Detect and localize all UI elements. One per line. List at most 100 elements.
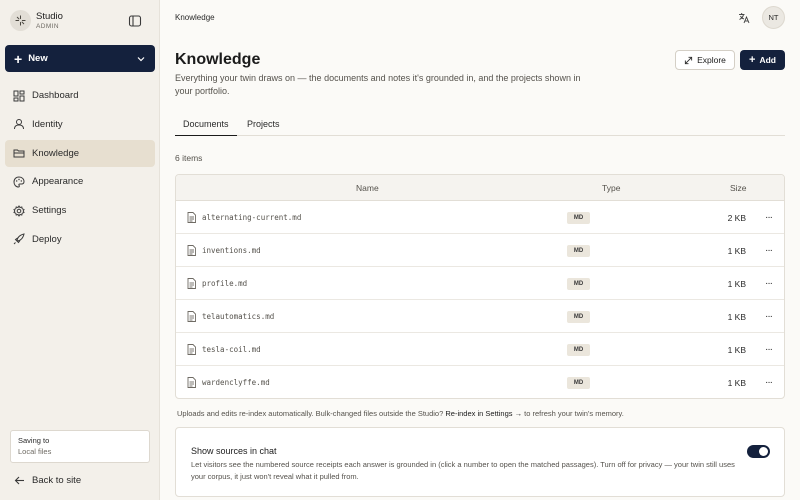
file-type-badge: MD [567, 278, 590, 290]
brand-logo-icon [10, 10, 31, 31]
file-type-badge: MD [567, 245, 590, 257]
file-icon [187, 344, 196, 355]
tab-bar: Documents Projects [175, 116, 785, 136]
file-size: 1 KB [727, 345, 746, 355]
row-actions-button[interactable]: ··· [765, 245, 773, 256]
folder-icon [13, 149, 25, 158]
saving-title: Saving to [18, 436, 50, 445]
expand-icon [684, 56, 693, 64]
page-title: Knowledge [175, 51, 261, 68]
page-subtitle: Everything your twin draws on — the docu… [175, 73, 581, 96]
brand-name: Studio [36, 10, 63, 22]
table-row[interactable]: wardenclyffe.md MD 1 KB ··· [176, 366, 784, 398]
file-type-badge: MD [567, 344, 590, 356]
palette-icon [13, 176, 25, 188]
reindex-note: Uploads and edits re-index automatically… [177, 409, 624, 418]
file-name[interactable]: profile.md [202, 279, 247, 288]
column-header-name[interactable]: Name [356, 183, 379, 193]
file-type-badge: MD [567, 311, 590, 323]
row-actions-button[interactable]: ··· [765, 344, 773, 355]
gear-icon [13, 204, 25, 217]
saving-target: Local files [18, 447, 52, 456]
reindex-note-text: Uploads and edits re-index automatically… [177, 409, 444, 418]
back-to-site-label: Back to site [32, 475, 82, 486]
file-icon [187, 311, 196, 322]
show-sources-toggle[interactable] [747, 445, 770, 458]
reindex-settings-link[interactable]: Re-index in Settings → [445, 409, 522, 418]
file-name[interactable]: alternating-current.md [202, 213, 301, 222]
sidebar: Studio ADMIN + New Dashboard Identity Kn… [0, 0, 160, 500]
table-row[interactable]: telautomatics.md MD 1 KB ··· [176, 300, 784, 333]
sidebar-item-label: Settings [32, 205, 67, 217]
documents-table: Name Type Size alternating-current.md MD… [175, 174, 785, 399]
column-header-type[interactable]: Type [602, 183, 620, 193]
arrow-left-icon [14, 476, 24, 485]
sidebar-item-label: Dashboard [32, 90, 79, 101]
sidebar-item-appearance[interactable]: Appearance [5, 168, 155, 195]
table-header: Name Type Size [176, 175, 784, 201]
plus-icon: + [14, 50, 23, 67]
add-button[interactable]: + Add [740, 50, 785, 70]
saving-target-card: Saving to Local files [10, 430, 150, 463]
table-row[interactable]: inventions.md MD 1 KB ··· [176, 234, 784, 267]
sidebar-toggle-icon[interactable] [128, 14, 142, 28]
sidebar-item-dashboard[interactable]: Dashboard [5, 82, 155, 109]
explore-label: Explore [697, 55, 726, 65]
sidebar-item-knowledge[interactable]: Knowledge [5, 139, 155, 167]
sidebar-item-deploy[interactable]: Deploy [5, 226, 155, 253]
user-icon [14, 119, 24, 130]
file-size: 1 KB [727, 378, 746, 388]
file-type-badge: MD [567, 212, 590, 224]
file-icon [187, 278, 196, 289]
new-button-label: New [28, 53, 48, 64]
sidebar-item-label: Identity [32, 118, 63, 130]
back-to-site-link[interactable]: Back to site [14, 475, 81, 486]
add-label: Add [759, 55, 776, 65]
file-size: 1 KB [727, 246, 746, 256]
file-name[interactable]: inventions.md [202, 246, 261, 255]
plus-icon: + [749, 54, 756, 66]
row-actions-button[interactable]: ··· [765, 311, 773, 322]
row-actions-button[interactable]: ··· [765, 212, 773, 223]
new-button[interactable]: + New [5, 45, 155, 72]
show-sources-card: Show sources in chat Let visitors see th… [175, 427, 785, 497]
sidebar-nav: Dashboard Identity Knowledge Appearance … [5, 82, 155, 255]
sidebar-item-label: Appearance [32, 176, 84, 188]
brand[interactable]: Studio ADMIN [10, 10, 63, 31]
sidebar-item-settings[interactable]: Settings [5, 197, 155, 224]
brand-role: ADMIN [36, 22, 59, 30]
show-sources-title: Show sources in chat [191, 446, 277, 456]
tab-projects[interactable]: Projects [247, 119, 280, 129]
rocket-icon [13, 233, 25, 245]
sidebar-item-identity[interactable]: Identity [5, 111, 155, 138]
table-row[interactable]: profile.md MD 1 KB ··· [176, 267, 784, 300]
row-actions-button[interactable]: ··· [765, 377, 773, 388]
column-header-size[interactable]: Size [730, 183, 747, 193]
file-icon [187, 212, 196, 223]
file-size: 2 KB [727, 213, 746, 223]
table-row[interactable]: tesla-coil.md MD 1 KB ··· [176, 333, 784, 366]
file-icon [187, 245, 196, 256]
sidebar-item-label: Deploy [32, 233, 62, 245]
file-name[interactable]: tesla-coil.md [202, 345, 261, 354]
show-sources-description: Let visitors see the numbered source rec… [191, 460, 735, 481]
reindex-note-suffix: to refresh your twin's memory. [524, 409, 624, 418]
table-row[interactable]: alternating-current.md MD 2 KB ··· [176, 201, 784, 234]
file-type-badge: MD [567, 377, 590, 389]
row-actions-button[interactable]: ··· [765, 278, 773, 289]
file-size: 1 KB [727, 312, 746, 322]
tab-documents[interactable]: Documents [175, 119, 237, 136]
file-size: 1 KB [727, 279, 746, 289]
top-bar: Knowledge NT [160, 0, 800, 36]
explore-button[interactable]: Explore [675, 50, 735, 70]
sidebar-item-label: Knowledge [32, 147, 80, 159]
dashboard-icon [13, 90, 25, 101]
chevron-down-icon [137, 56, 145, 61]
items-count: 6 items [175, 153, 203, 163]
file-name[interactable]: telautomatics.md [202, 312, 274, 321]
translate-icon[interactable] [738, 11, 750, 24]
file-name[interactable]: wardenclyffe.md [202, 378, 270, 387]
avatar[interactable]: NT [762, 6, 785, 29]
file-icon [187, 377, 196, 388]
breadcrumb[interactable]: Knowledge [175, 13, 215, 22]
